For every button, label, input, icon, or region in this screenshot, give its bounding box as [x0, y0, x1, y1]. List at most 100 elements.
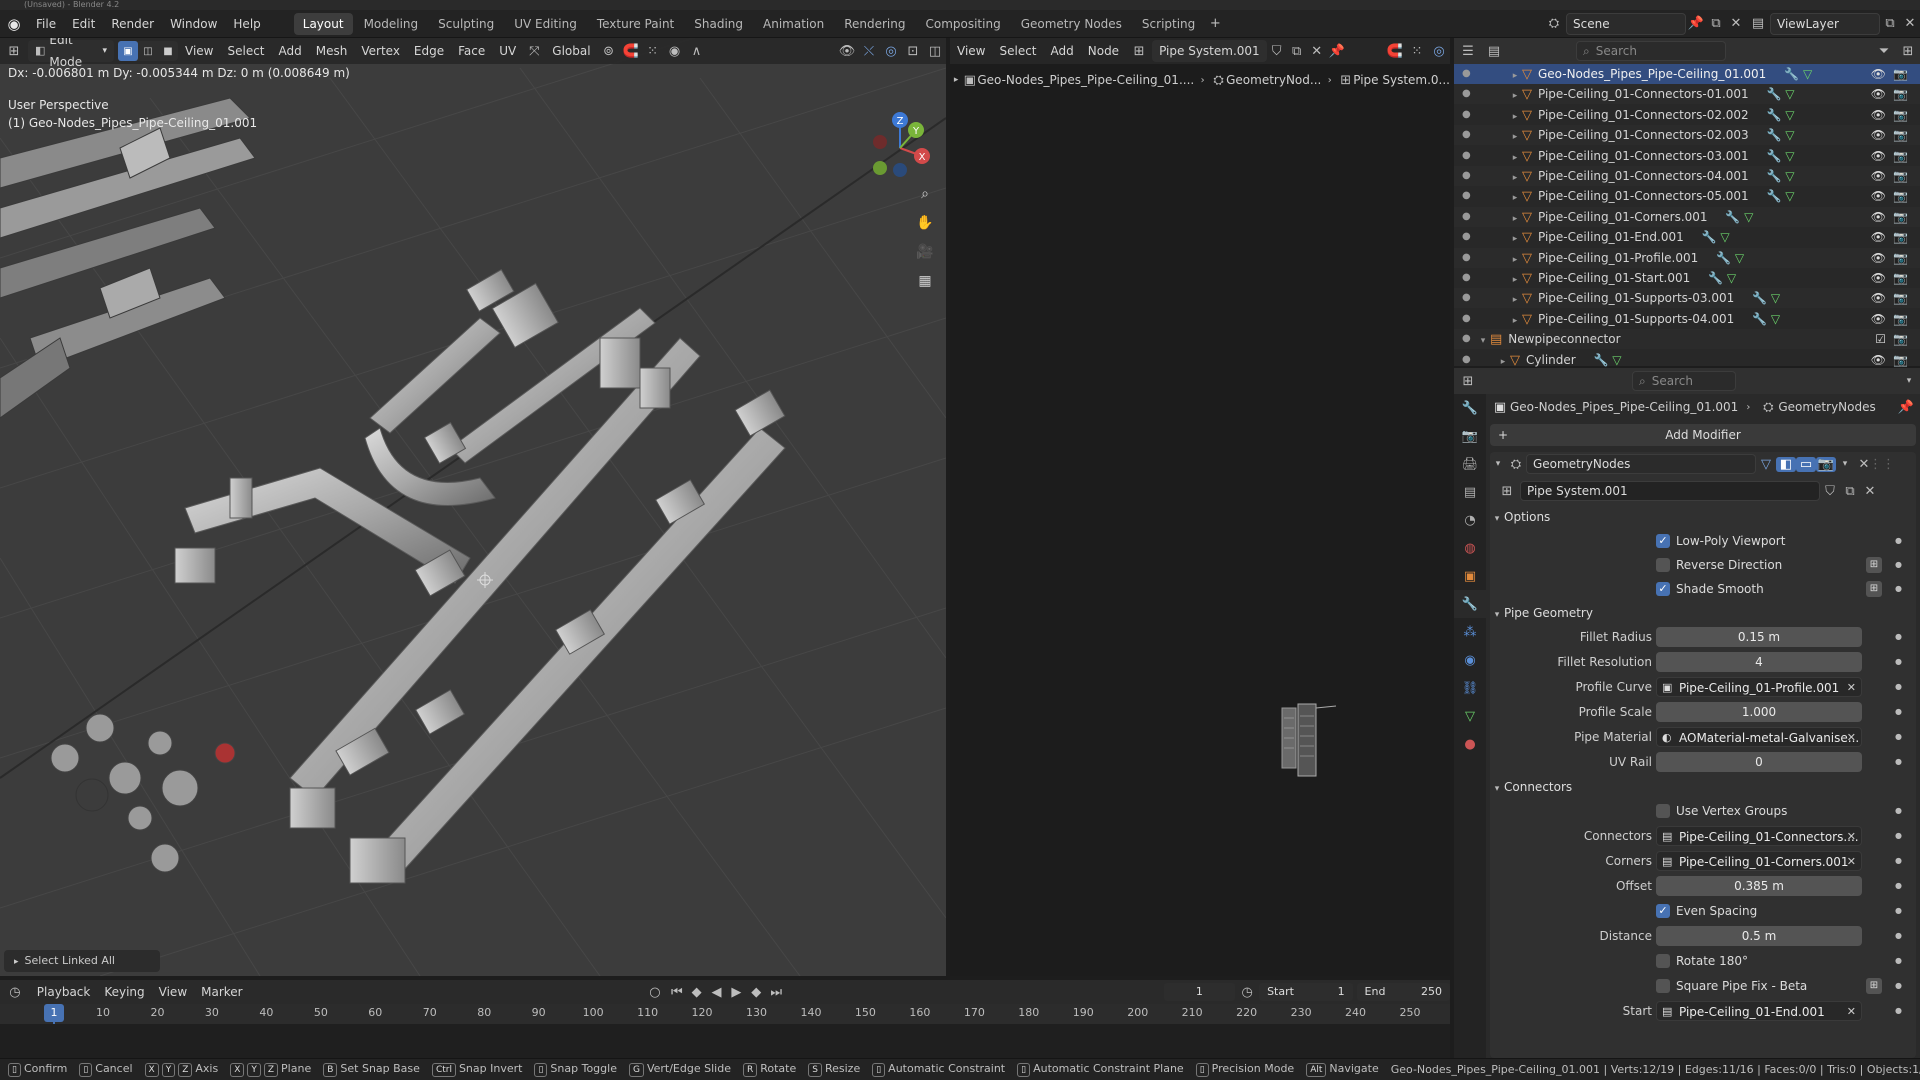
snap-icon[interactable]: 🧲: [620, 44, 642, 59]
viewport-menu-edge[interactable]: Edge: [407, 40, 451, 62]
keyframe-dot-icon[interactable]: ●: [1895, 900, 1902, 922]
mesh-data-icon[interactable]: ▽: [1727, 271, 1736, 285]
outliner-object-row[interactable]: ● ▸ ▽ Pipe-Ceiling_01-Connectors-03.001 🔧 ▽…: [1454, 146, 1920, 166]
pin-node-tree-icon[interactable]: 📌: [1327, 44, 1347, 59]
keyframe-dot-icon[interactable]: ●: [1895, 850, 1902, 872]
timeline-editor-type-icon[interactable]: ◷: [0, 985, 30, 1000]
keyframe-dot-icon[interactable]: ●: [1895, 701, 1902, 723]
3d-viewport[interactable]: ⊞ ◧ Edit Mode ▾ ▣ ◫ ■ View Select Add Me…: [0, 38, 946, 976]
modifier-wrench-icon[interactable]: 🔧: [1752, 312, 1767, 326]
node-overlay-icon[interactable]: ◎: [1428, 44, 1450, 59]
visibility-dot-icon[interactable]: ●: [1462, 125, 1471, 145]
profile-scale-field[interactable]: 1.000: [1656, 702, 1862, 722]
pipe-geometry-section-header[interactable]: ▾ Pipe Geometry: [1490, 602, 1916, 624]
keyframe-dot-icon[interactable]: ●: [1895, 825, 1902, 847]
xray-icon[interactable]: ◫: [924, 44, 946, 59]
timeline-ruler[interactable]: 10 20 30 40 50 60 70 80 90 100 110 120 130 140 150 160 1…: [0, 1004, 1450, 1024]
remove-scene-icon[interactable]: ✕: [1726, 16, 1746, 31]
timeline[interactable]: ◷ Playback Keying View Marker ○ ⏮ ◆ ◀ ▶ …: [0, 980, 1451, 1058]
view-layer-icon[interactable]: ▤: [1746, 16, 1770, 31]
tab-modeling[interactable]: Modeling: [355, 13, 428, 35]
outliner-object-row[interactable]: ● ▸ ▽ Geo-Nodes_Pipes_Pipe-Ceiling_01.001 🔧…: [1454, 64, 1920, 84]
camera-render-icon[interactable]: 📷: [1893, 186, 1908, 206]
eye-icon[interactable]: 👁: [1871, 268, 1886, 288]
ortho-grid-icon[interactable]: ▦: [912, 268, 938, 294]
node-tree-type-icon[interactable]: ⊞: [1126, 44, 1152, 59]
mesh-data-icon[interactable]: ▽: [1785, 128, 1794, 142]
timeline-track[interactable]: [0, 1024, 1450, 1058]
uv-rail-field[interactable]: 0: [1656, 752, 1862, 772]
tab-animation[interactable]: Animation: [754, 13, 833, 35]
profile-curve-field[interactable]: ▣ Pipe-Ceiling_01-Profile.001 ✕: [1656, 677, 1862, 697]
eye-icon[interactable]: 👁: [1871, 350, 1886, 370]
tab-compositing[interactable]: Compositing: [916, 13, 1009, 35]
jump-end-icon[interactable]: ⏭: [766, 985, 786, 1000]
zoom-icon[interactable]: ⌕: [912, 181, 938, 207]
expand-chevron-icon[interactable]: ▾: [1476, 331, 1490, 351]
realtime-toggle-icon[interactable]: ▭: [1796, 456, 1816, 472]
mesh-data-icon[interactable]: ▽: [1803, 67, 1812, 81]
pipe-material-field[interactable]: ◐ AOMaterial-metal-Galvanise... ✕: [1656, 727, 1862, 747]
face-select-icon[interactable]: ■: [158, 41, 178, 61]
node-group-selector[interactable]: Pipe System.001: [1152, 40, 1267, 62]
viewport-menu-mesh[interactable]: Mesh: [309, 40, 355, 62]
scene-tab-icon[interactable]: ◔: [1454, 506, 1486, 534]
chevron-down-icon[interactable]: ▾: [1836, 459, 1854, 469]
keyframe-dot-icon[interactable]: ●: [1895, 1000, 1902, 1022]
new-collection-icon[interactable]: ⊞: [1896, 44, 1920, 59]
modifier-wrench-icon[interactable]: 🔧: [1752, 291, 1767, 305]
start-frame-field[interactable]: Start 1: [1259, 983, 1353, 1001]
modifier-wrench-icon[interactable]: 🔧: [1767, 87, 1782, 101]
connectors-field[interactable]: ▤ Pipe-Ceiling_01-Connectors.... ✕: [1656, 826, 1862, 846]
edge-select-icon[interactable]: ◫: [138, 41, 158, 61]
expand-chevron-icon[interactable]: ▸: [1508, 127, 1522, 147]
properties-search-input[interactable]: ⌕ Search: [1632, 371, 1736, 391]
clear-icon[interactable]: ✕: [1847, 827, 1856, 845]
editor-type-icon[interactable]: ⊞: [0, 44, 28, 59]
options-section-header[interactable]: ▾ Options: [1490, 506, 1916, 528]
play-reverse-icon[interactable]: ◀: [707, 985, 727, 1000]
world-tab-icon[interactable]: ◍: [1454, 534, 1486, 562]
new-scene-icon[interactable]: ⧉: [1706, 16, 1726, 31]
camera-render-icon[interactable]: 📷: [1893, 125, 1908, 145]
tab-scripting[interactable]: Scripting: [1133, 13, 1204, 35]
vertex-select-icon[interactable]: ▣: [118, 41, 138, 61]
snap-target-icon[interactable]: ⁙: [642, 44, 664, 59]
outliner-object-row[interactable]: ● ▸ ▽ Pipe-Ceiling_01-Corners.001 🔧 ▽ 👁 📷: [1454, 206, 1920, 227]
node-group-field[interactable]: Pipe System.001: [1520, 481, 1820, 501]
viewport-menu-view[interactable]: View: [178, 40, 220, 62]
clear-icon[interactable]: ✕: [1847, 728, 1856, 746]
viewport-scene[interactable]: [0, 38, 946, 976]
keyframe-dot-icon[interactable]: ●: [1895, 875, 1902, 897]
camera-render-icon[interactable]: 📷: [1893, 350, 1908, 370]
on-cage-icon[interactable]: ◧: [1776, 456, 1796, 472]
physics-tab-icon[interactable]: ◉: [1454, 646, 1486, 674]
menu-render[interactable]: Render: [103, 10, 162, 38]
tab-sculpting[interactable]: Sculpting: [429, 13, 503, 35]
visibility-dot-icon[interactable]: ●: [1462, 207, 1471, 227]
keyframe-dot-icon[interactable]: ●: [1895, 626, 1902, 648]
visibility-dot-icon[interactable]: ●: [1462, 350, 1471, 370]
end-frame-field[interactable]: End 250: [1356, 983, 1451, 1001]
navigation-gizmo[interactable]: Z X Y: [860, 108, 940, 188]
tab-layout[interactable]: Layout: [293, 12, 353, 35]
camera-render-icon[interactable]: 📷: [1893, 84, 1908, 104]
keyframe-dot-icon[interactable]: ●: [1895, 530, 1902, 552]
keyframe-dot-icon[interactable]: ●: [1895, 651, 1902, 673]
expand-chevron-icon[interactable]: ▸: [1508, 229, 1522, 249]
gizmo-toggle-icon[interactable]: ⤬: [858, 44, 880, 59]
node-editor[interactable]: View Select Add Node ⊞ Pipe System.001 ⛉…: [950, 38, 1450, 976]
outliner-object-row[interactable]: ● ▸ ▽ Pipe-Ceiling_01-Connectors-05.001 🔧 ▽…: [1454, 186, 1920, 206]
square-pipe-fix-checkbox[interactable]: [1656, 979, 1670, 993]
fake-user-shield-icon[interactable]: ⛉: [1820, 484, 1840, 499]
menu-file[interactable]: File: [28, 10, 64, 38]
outliner-editor-type-icon[interactable]: ☰: [1454, 44, 1482, 59]
camera-render-icon[interactable]: 📷: [1893, 207, 1908, 227]
node-cluster[interactable]: [1280, 698, 1350, 788]
outliner[interactable]: ☰ ▤ ⌕ Search ⏷ ⊞ ● ▸ ▽ Geo-Nodes_Pipes_Pipe-…: [1454, 38, 1920, 368]
clear-icon[interactable]: ✕: [1847, 852, 1856, 870]
orientation-dropdown[interactable]: Global: [545, 40, 597, 62]
chevron-down-icon[interactable]: ▾: [1898, 376, 1920, 386]
keyframe-dot-icon[interactable]: ●: [1895, 975, 1902, 997]
modifier-wrench-icon[interactable]: 🔧: [1725, 210, 1740, 224]
